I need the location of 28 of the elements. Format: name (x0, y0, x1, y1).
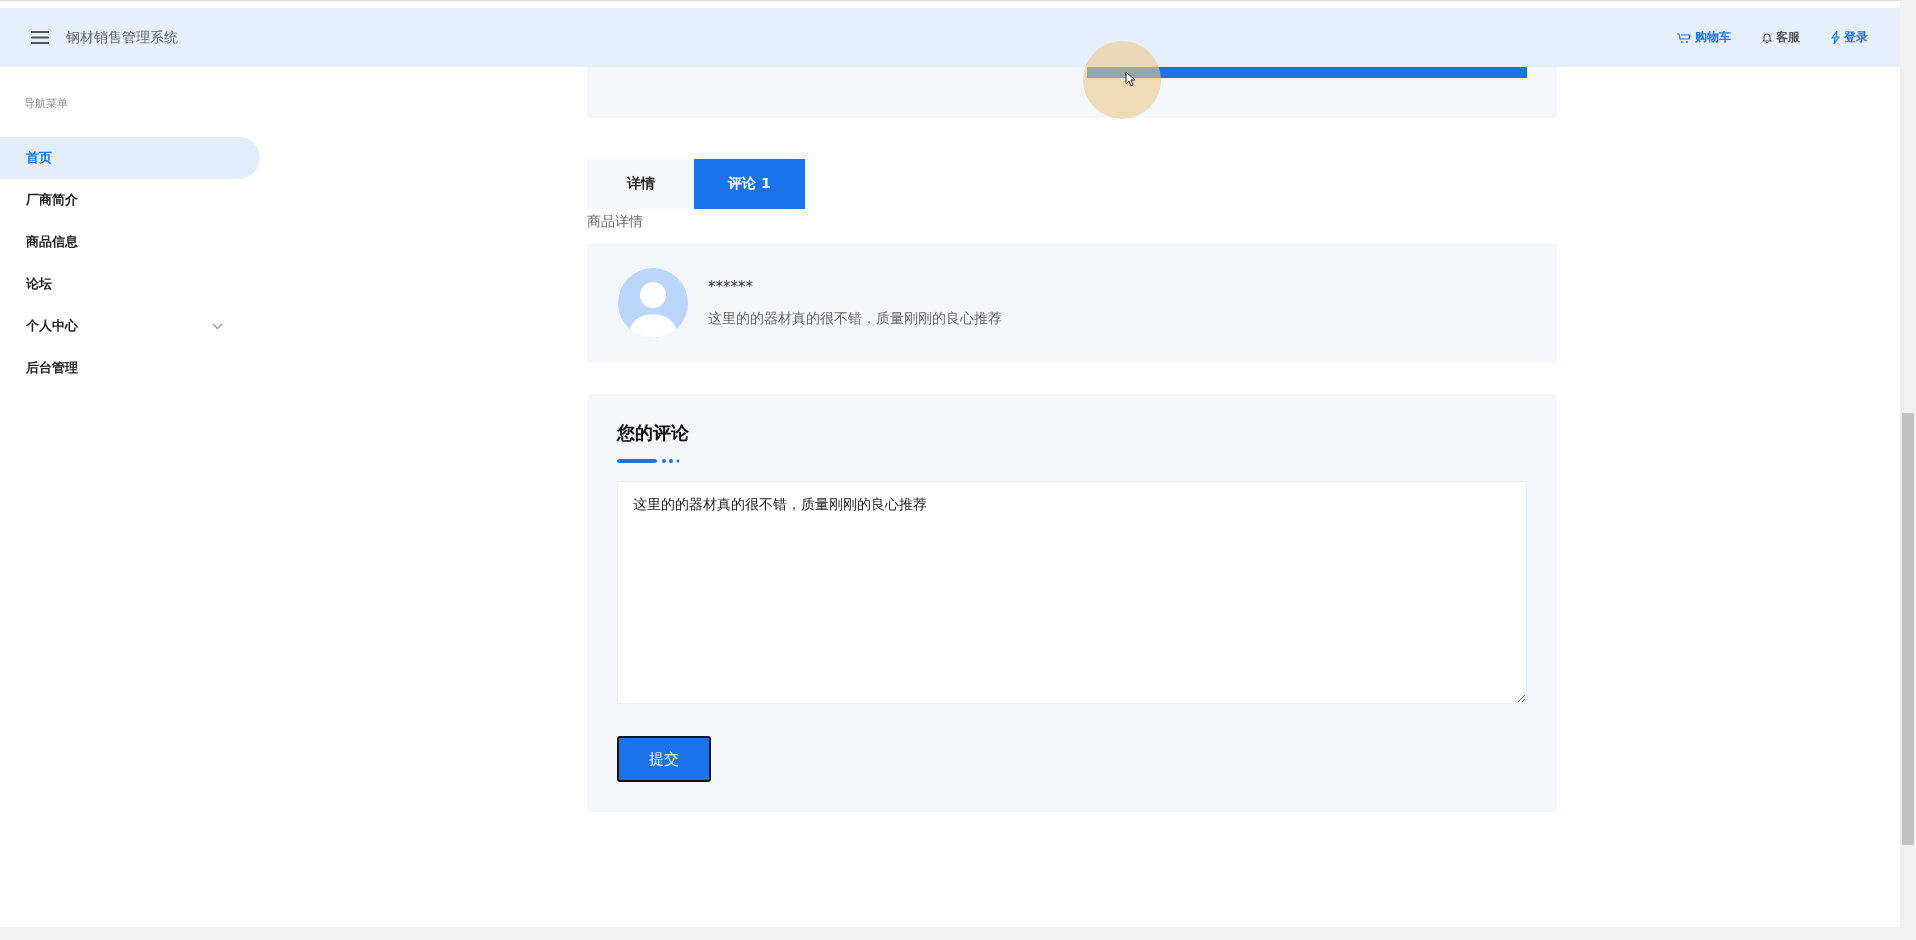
bell-icon (1762, 31, 1772, 44)
cart-icon (1677, 32, 1691, 43)
nav-heading: 导航菜单 (23, 96, 69, 111)
header-link[interactable]: 客服 (1762, 29, 1800, 46)
vertical-scrollbar[interactable] (1900, 0, 1916, 940)
form-title: 您的评论 (617, 421, 689, 445)
nav-item[interactable]: 后台管理 (0, 347, 260, 389)
header-link[interactable]: 登录 (1831, 29, 1868, 46)
comment-user: ****** (708, 278, 754, 296)
header-link[interactable]: 购物车 (1677, 29, 1731, 46)
tab[interactable]: 详情 (587, 159, 694, 209)
nav-item[interactable]: 个人中心 (0, 305, 260, 347)
cursor-icon (1125, 71, 1136, 87)
chevron-icon (212, 322, 223, 330)
nav-item[interactable]: 论坛 (0, 263, 260, 305)
section-label: 商品详情 (587, 213, 644, 231)
tab[interactable]: 评论 1 (694, 159, 805, 209)
lightning-icon (1831, 31, 1840, 44)
nav-item[interactable]: 商品信息 (0, 221, 260, 263)
nav-item[interactable]: 厂商简介 (0, 179, 260, 221)
button-bottom-edge[interactable] (1087, 67, 1527, 78)
menu-icon[interactable] (31, 31, 49, 44)
comment-text: 这里的的器材真的很不错，质量刚刚的良心推荐 (708, 310, 1002, 328)
app-title: 钢材销售管理系统 (66, 28, 178, 47)
comment-input[interactable]: 这里的的器材真的很不错，质量刚刚的良心推荐 (617, 481, 1527, 704)
underline-decoration (617, 459, 679, 463)
submit-button[interactable]: 提交 (617, 736, 711, 782)
nav-item[interactable]: 首页 (0, 137, 260, 179)
